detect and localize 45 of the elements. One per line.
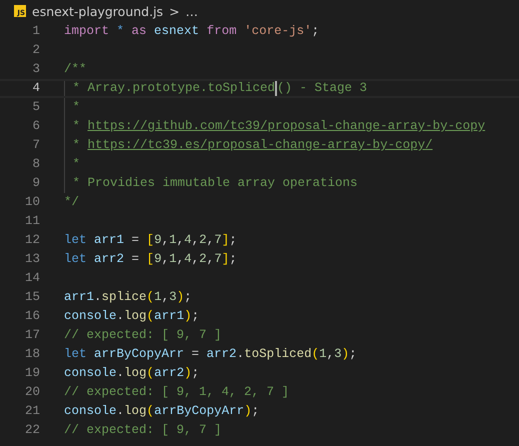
code-line: * Array.prototype.toSpliced () - Stage 3 bbox=[64, 81, 519, 96]
line-number: 19 bbox=[24, 365, 40, 382]
line-number: 2 bbox=[31, 42, 40, 59]
line-number: 13 bbox=[24, 251, 40, 268]
line-number: 4 bbox=[31, 81, 40, 96]
line-number: 17 bbox=[24, 327, 40, 344]
code-line: console.log(arr2); bbox=[64, 365, 200, 382]
code-line: /** bbox=[64, 61, 88, 78]
code-line: let arr1 = [9,1,4,2,7]; bbox=[64, 232, 238, 249]
code-line: */ bbox=[64, 194, 80, 211]
line-number: 22 bbox=[24, 422, 40, 439]
line-number: 3 bbox=[31, 61, 40, 78]
code-line: // expected: [ 9, 7 ] bbox=[64, 422, 223, 439]
line-number: 11 bbox=[24, 213, 40, 230]
text-cursor bbox=[275, 81, 278, 96]
code-line: * https://tc39.es/proposal-change-array-by-copy/ bbox=[64, 136, 519, 155]
breadcrumb-ellipsis[interactable]: … bbox=[186, 4, 198, 18]
code-line: let arrByCopyArr = arr2.toSpliced(1,3); bbox=[64, 346, 358, 363]
line-number: 8 bbox=[31, 156, 40, 173]
line-number: 5 bbox=[31, 99, 40, 116]
code-line: let arr2 = [9,1,4,2,7]; bbox=[64, 251, 238, 268]
code-line: import * as esnext from 'core-js'; bbox=[64, 23, 320, 40]
code-line: arr1.splice(1,3); bbox=[64, 289, 193, 306]
code-line: console.log(arr1); bbox=[64, 308, 200, 325]
line-number: 14 bbox=[24, 270, 40, 287]
line-number: 9 bbox=[31, 175, 40, 192]
line-number: 20 bbox=[24, 384, 40, 401]
breadcrumb-file-name[interactable]: esnext-playground.js bbox=[32, 4, 164, 18]
breadcrumb-separator: > bbox=[169, 4, 180, 18]
line-number: 15 bbox=[24, 289, 40, 306]
line-number: 18 bbox=[24, 346, 40, 363]
code-line: * https://github.com/tc39/proposal-change-array-by-copy bbox=[64, 117, 519, 136]
line-number: 16 bbox=[24, 308, 40, 325]
line-number: 1 bbox=[31, 23, 40, 40]
line-number: 6 bbox=[31, 118, 40, 135]
code-line: // expected: [ 9, 1, 4, 2, 7 ] bbox=[64, 384, 290, 401]
line-number: 21 bbox=[24, 403, 40, 420]
code-line: // expected: [ 9, 7 ] bbox=[64, 327, 223, 344]
code-line: * bbox=[64, 98, 519, 117]
code-line: console.log(arrByCopyArr); bbox=[64, 403, 260, 420]
line-number: 10 bbox=[24, 194, 40, 211]
line-number: 7 bbox=[31, 137, 40, 154]
code-line: * bbox=[64, 155, 519, 174]
code-line: * Providies immutable array operations bbox=[64, 174, 519, 193]
line-number: 12 bbox=[24, 232, 40, 249]
